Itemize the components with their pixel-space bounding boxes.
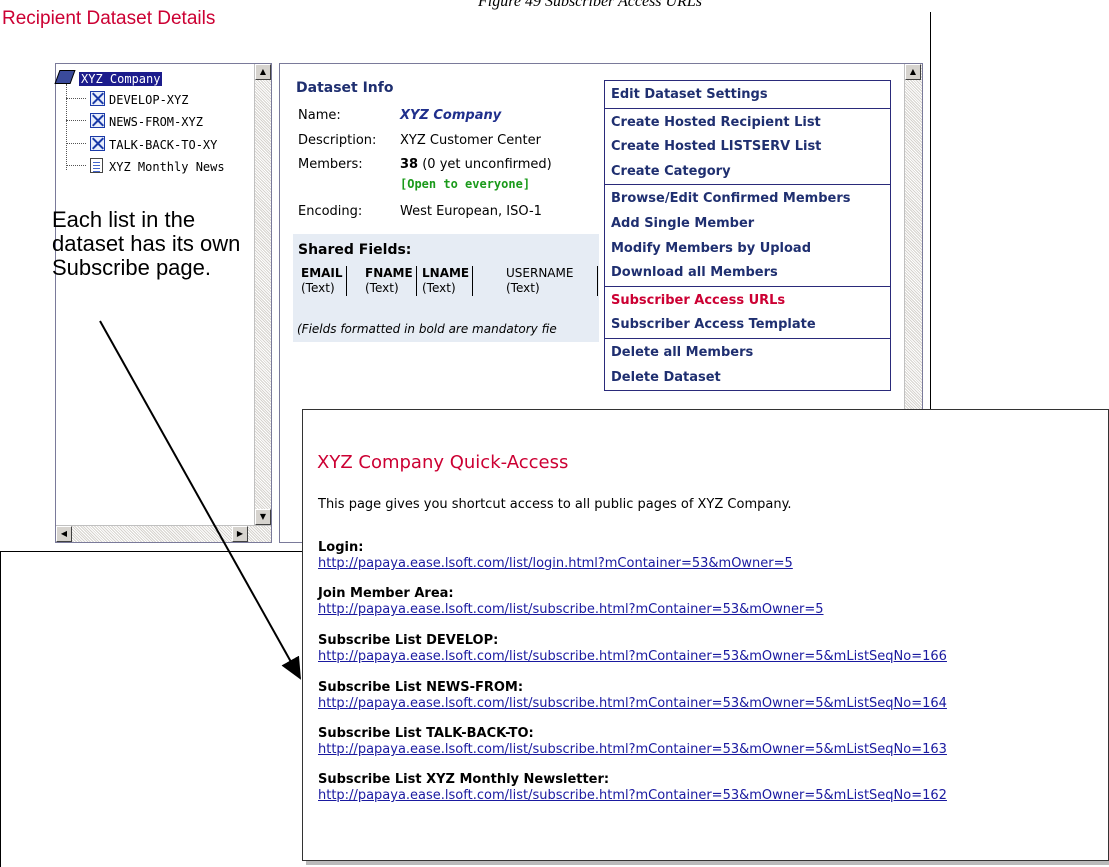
callout-arrow xyxy=(99,320,301,680)
